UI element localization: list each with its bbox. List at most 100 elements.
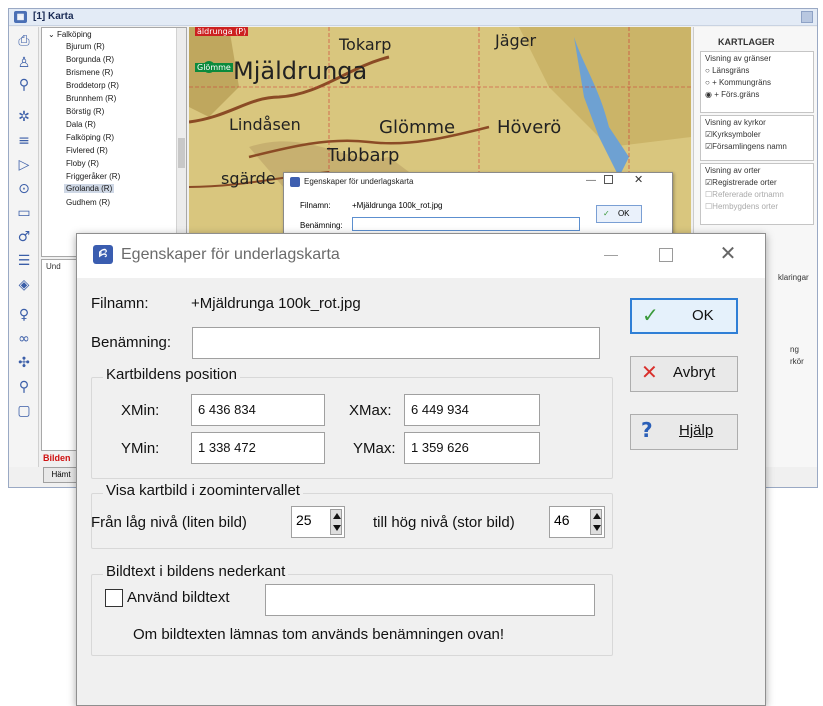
maximize-icon[interactable]	[659, 248, 673, 262]
map-label: Jäger	[495, 31, 537, 50]
tree-item[interactable]: Brunnhem (R)	[66, 94, 116, 103]
x-icon: ✕	[641, 360, 658, 384]
stack-icon[interactable]: ◈	[14, 275, 34, 295]
app-icon: ▦	[14, 11, 27, 23]
spinner-arrows-icon[interactable]	[330, 509, 342, 535]
benamning-input[interactable]	[352, 217, 580, 231]
ymin-input[interactable]: 1 338 472	[191, 432, 325, 464]
xmin-label: XMin:	[121, 402, 160, 419]
low-level-label: Från låg nivå (liten bild)	[91, 514, 247, 531]
high-level-label: till hög nivå (stor bild)	[373, 514, 515, 531]
tree-item[interactable]: Falköping (R)	[66, 133, 114, 142]
xmin-input[interactable]: 6 436 834	[191, 394, 325, 426]
background-window-title: [1] Karta	[33, 11, 74, 22]
tree-item[interactable]: Brismene (R)	[66, 68, 113, 77]
maximize-button[interactable]	[801, 11, 813, 23]
radio-lansgrans[interactable]: ○ Länsgräns	[705, 66, 749, 75]
ok-button[interactable]: ✓ OK	[630, 298, 738, 334]
ymax-input[interactable]: 1 359 626	[404, 432, 540, 464]
tree-parent-item[interactable]: ⌄ Falköping	[48, 30, 92, 39]
close-icon[interactable]: ✕	[715, 240, 741, 266]
group-title: Visning av gränser	[705, 54, 772, 63]
status-text: Bilden	[43, 453, 71, 463]
hamta-button[interactable]: Hämt	[43, 467, 79, 483]
tree-scrollbar[interactable]	[176, 28, 186, 256]
parish-tree: ⌄ Falköping Bjurum (R) Borgunda (R) Bris…	[41, 27, 187, 257]
dialog-title: Egenskaper för underlagskarta	[304, 177, 414, 186]
radio-forsgrans[interactable]: ◉ + Förs.gräns	[705, 90, 759, 99]
link-icon[interactable]: ∞	[14, 329, 34, 349]
tree-item[interactable]: Bjurum (R)	[66, 42, 105, 51]
user-icon[interactable]: ♙	[14, 53, 34, 73]
question-icon: ?	[641, 418, 653, 442]
help-label: Hjälp	[679, 422, 714, 439]
truncated-label: rkör	[790, 357, 804, 366]
dialog-title: Egenskaper för underlagskarta	[121, 246, 340, 263]
search-icon[interactable]: ⚲	[14, 75, 34, 95]
window-icon[interactable]: ▢	[14, 401, 34, 421]
high-level-spinner[interactable]: 46	[549, 506, 605, 538]
layers-icon[interactable]: ☰	[14, 251, 34, 271]
cancel-button[interactable]: ✕ Avbryt	[630, 356, 738, 392]
scrollbar-thumb[interactable]	[178, 138, 185, 168]
benamning-label: Benämning:	[300, 221, 343, 230]
tree-item[interactable]: Dala (R)	[66, 120, 96, 129]
map-label: Tubbarp	[327, 145, 400, 166]
use-caption-checkbox[interactable]	[105, 589, 123, 607]
map-label: äldrunga (P)	[195, 27, 249, 36]
filnamn-label: Filnamn:	[91, 295, 149, 312]
close-icon[interactable]: ✕	[634, 173, 643, 186]
cross-icon[interactable]: ✣	[14, 353, 34, 373]
background-titlebar: ▦ [1] Karta	[9, 9, 817, 26]
churches-group: Visning av kyrkor ☑Kyrksymboler ☑Församl…	[700, 115, 814, 161]
tree-item[interactable]: Broddetorp (R)	[66, 81, 119, 90]
person-icon[interactable]: ♀	[14, 305, 34, 325]
menu-icon[interactable]: ≡	[14, 131, 34, 151]
checkbox-hembygdens-orter[interactable]: ☐Hembygdens orter	[705, 202, 778, 211]
ruler-icon[interactable]: ▭	[14, 203, 34, 223]
caption-note: Om bildtexten lämnas tom används benämni…	[133, 626, 505, 643]
maximize-icon[interactable]	[604, 175, 613, 184]
checkbox-registrerade-orter[interactable]: ☑Registrerade orter	[705, 178, 777, 187]
zoom-group-title: Visa kartbild i zoomintervallet	[103, 482, 303, 499]
map-label: Höverö	[497, 117, 562, 138]
caption-input[interactable]	[265, 584, 595, 616]
panel-label: Und	[46, 262, 61, 271]
map-label: sgärde	[221, 169, 276, 188]
map-label: Mjäldrunga	[233, 57, 368, 85]
check-icon: ✓	[642, 303, 659, 327]
minimize-icon[interactable]: —	[599, 242, 623, 266]
position-group-title: Kartbildens position	[103, 366, 240, 383]
radio-kommungrans[interactable]: ○ + Kommungräns	[705, 78, 771, 87]
filnamn-value: +Mjäldrunga 100k_rot.jpg	[352, 201, 443, 210]
checkbox-refererade-ortnamn[interactable]: ☐Refererade ortnamn	[705, 190, 784, 199]
map-label: Glömme	[195, 63, 233, 72]
zoom-icon[interactable]: ⊙	[14, 179, 34, 199]
ymin-label: YMin:	[121, 440, 160, 457]
spinner-arrows-icon[interactable]	[590, 509, 602, 535]
tree-item[interactable]: Börstig (R)	[66, 107, 104, 116]
tree-item[interactable]: Borgunda (R)	[66, 55, 114, 64]
checkbox-forsamlingens-namn[interactable]: ☑Församlingens namn	[705, 142, 787, 151]
ok-button[interactable]: ✓ OK	[596, 205, 642, 223]
benamning-input[interactable]	[192, 327, 600, 359]
tag-icon[interactable]: ♂	[14, 227, 34, 247]
tree-item[interactable]: Fivlered (R)	[66, 146, 108, 155]
pointer-icon[interactable]: ▷	[14, 155, 34, 175]
panel-heading: KARTLAGER	[718, 37, 775, 47]
pin-icon[interactable]: ⚲	[14, 377, 34, 397]
tree-item[interactable]: Friggeråker (R)	[66, 172, 120, 181]
help-button[interactable]: ? Hjälp	[630, 414, 738, 450]
low-level-spinner[interactable]: 25	[291, 506, 345, 538]
checkbox-kyrksymboler[interactable]: ☑Kyrksymboler	[705, 130, 761, 139]
tree-item[interactable]: Gudhem (R)	[66, 198, 110, 207]
minimize-icon[interactable]: —	[586, 175, 596, 186]
print-icon[interactable]: ⎙	[14, 31, 34, 51]
tree-item[interactable]: Floby (R)	[66, 159, 99, 168]
high-level-value: 46	[554, 512, 570, 528]
tree-item-selected[interactable]: Grolanda (R)	[64, 184, 115, 193]
xmax-input[interactable]: 6 449 934	[404, 394, 540, 426]
map-label: Tokarp	[339, 35, 392, 54]
xmax-label: XMax:	[349, 402, 392, 419]
gear-icon[interactable]: ✲	[14, 107, 34, 127]
